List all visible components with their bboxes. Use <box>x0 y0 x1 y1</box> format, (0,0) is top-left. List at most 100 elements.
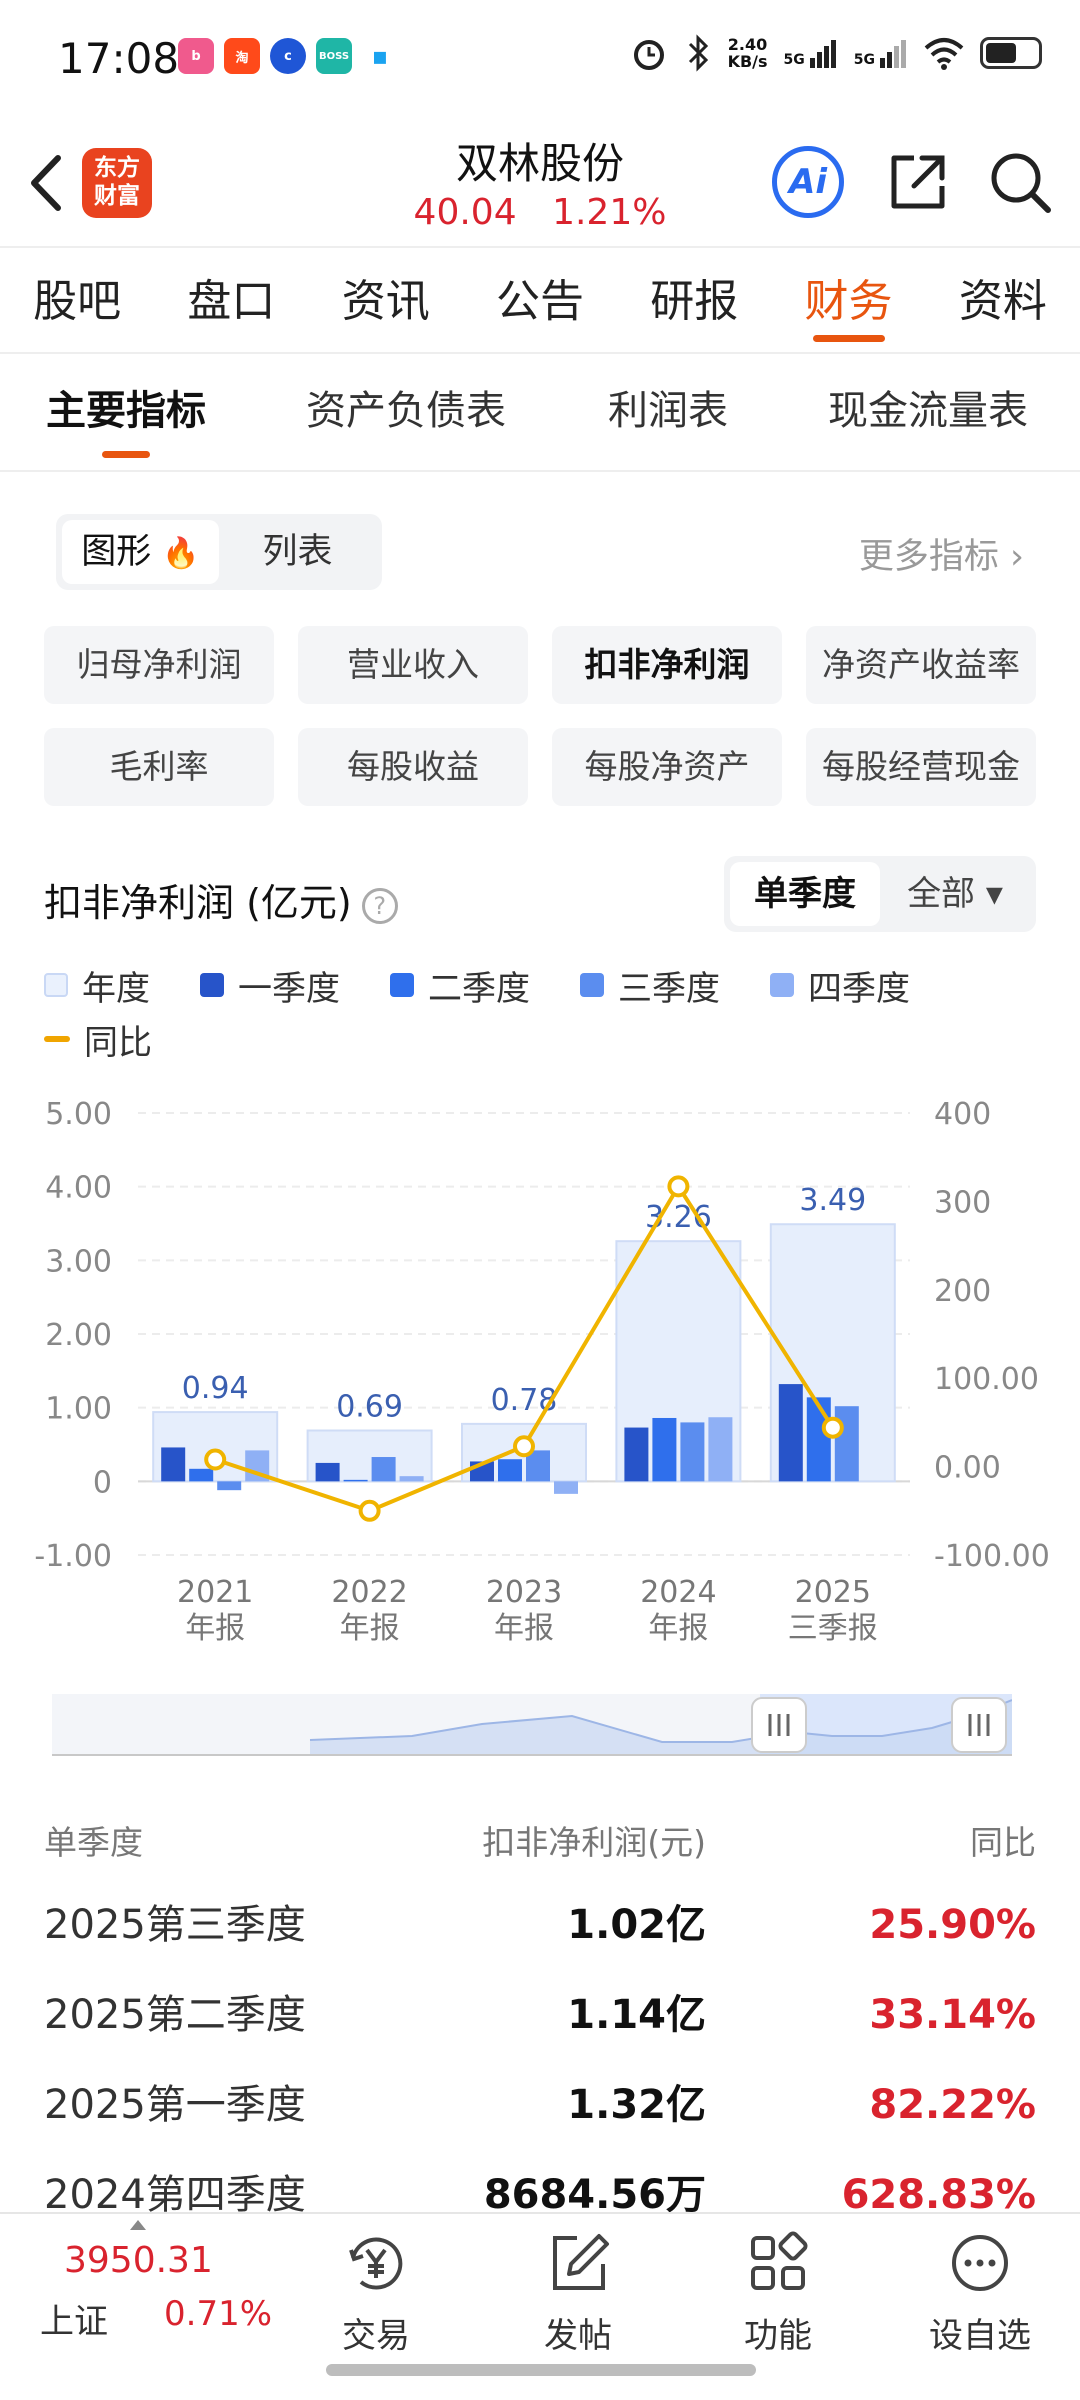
share-icon[interactable] <box>884 148 952 216</box>
y2-tick-label: -100.00 <box>934 1539 1050 1574</box>
quarter-bar <box>680 1422 705 1482</box>
table-row[interactable]: 2025第三季度 1.02亿 25.90% <box>44 1880 1036 1970</box>
chip-ocfps[interactable]: 每股经营现金 <box>806 728 1036 806</box>
y2-tick-label: 200 <box>934 1274 991 1309</box>
chip-eps[interactable]: 每股收益 <box>298 728 528 806</box>
chart-title: 扣非净利润 (亿元)? <box>44 872 398 927</box>
status-bar: 17:08 b 淘 c BOSS ▪ 2.40 KB/s 5G 5G <box>0 0 1080 118</box>
legend-annual[interactable]: 年度 <box>44 961 150 1010</box>
view-list-button[interactable]: 列表 <box>219 520 376 584</box>
y-tick-label: 0 <box>93 1465 112 1500</box>
tab-finance[interactable]: 财务 <box>771 250 925 352</box>
features-button[interactable]: 功能 <box>708 2228 848 2357</box>
x-tick-label: 2022 <box>331 1575 407 1610</box>
period-single-quarter[interactable]: 单季度 <box>730 862 880 926</box>
tab-pankou[interactable]: 盘口 <box>154 250 308 352</box>
chip-revenue[interactable]: 营业收入 <box>298 626 528 704</box>
y-tick-label: -1.00 <box>34 1539 112 1574</box>
legend-q4[interactable]: 四季度 <box>770 961 910 1010</box>
chip-bvps[interactable]: 每股净资产 <box>552 728 782 806</box>
y2-tick-label: 400 <box>934 1097 991 1132</box>
subtab-key-metrics[interactable]: 主要指标 <box>46 356 206 466</box>
system-status-icons: 2.40 KB/s 5G 5G <box>630 34 1042 72</box>
stock-price: 40.04 <box>413 192 517 233</box>
tab-research[interactable]: 研报 <box>617 250 771 352</box>
top-tab-bar: 股吧 盘口 资讯 公告 研报 财务 资料 <box>0 250 1080 354</box>
legend-yoy[interactable]: 同比 <box>44 1015 152 1064</box>
row-yoy: 82.22% <box>869 2082 1036 2128</box>
chip-gross-margin[interactable]: 毛利率 <box>44 728 274 806</box>
subtab-income-statement[interactable]: 利润表 <box>608 356 728 466</box>
quarter-bar <box>343 1479 368 1482</box>
add-watchlist-label: 设自选 <box>929 2316 1031 2356</box>
x-tick-sublabel: 年报 <box>340 1611 400 1646</box>
tab-announcements[interactable]: 公告 <box>463 250 617 352</box>
x-tick-sublabel: 年报 <box>185 1611 245 1646</box>
index-name[interactable]: 上证 <box>40 2294 108 2343</box>
table-row[interactable]: 2025第一季度 1.32亿 82.22% <box>44 2060 1036 2150</box>
taobao-app-icon: 淘 <box>224 38 260 74</box>
view-graph-button[interactable]: 图形 🔥 <box>62 520 219 584</box>
quarter-bar <box>315 1462 340 1482</box>
index-value[interactable]: 3950.31 <box>64 2240 213 2281</box>
bluetooth-icon <box>688 34 708 72</box>
table-row[interactable]: 2025第二季度 1.14亿 33.14% <box>44 1970 1036 2060</box>
legend-line-swatch <box>44 1036 70 1042</box>
legend-q1[interactable]: 一季度 <box>200 961 340 1010</box>
more-metrics-link[interactable]: 更多指标 › <box>859 528 1024 579</box>
subtab-balance-sheet[interactable]: 资产负债表 <box>306 356 506 466</box>
deducted-net-profit-chart[interactable]: 5.00 4.00 3.00 2.00 1.00 0 -1.00 400 300 200 100.0… <box>0 1080 1080 1650</box>
add-watchlist-button[interactable]: 设自选 <box>910 2228 1050 2357</box>
help-icon[interactable]: ? <box>361 887 398 924</box>
tab-profile[interactable]: 资料 <box>926 250 1080 352</box>
y-tick-label: 1.00 <box>45 1392 112 1427</box>
legend-q2[interactable]: 二季度 <box>390 961 530 1010</box>
index-change-pct[interactable]: 0.71% <box>164 2294 272 2334</box>
legend-swatch <box>390 973 414 997</box>
annual-value-label: 3.49 <box>799 1183 866 1218</box>
col-yoy: 同比 <box>970 1823 1036 1862</box>
edit-icon <box>553 2234 609 2290</box>
metric-chips: 归母净利润 营业收入 扣非净利润 净资产收益率 毛利率 每股收益 每股净资产 每… <box>44 626 1036 806</box>
scrubber-right-handle[interactable] <box>951 1697 1007 1753</box>
y2-tick-label: 100.00 <box>934 1362 1039 1397</box>
quarter-bar <box>189 1468 214 1482</box>
yoy-point <box>821 1416 844 1439</box>
legend-q3[interactable]: 三季度 <box>580 961 720 1010</box>
tab-guba[interactable]: 股吧 <box>0 250 154 352</box>
quarter-bar <box>778 1384 803 1482</box>
sub-tab-bar: 主要指标 资产负债表 利润表 现金流量表 <box>0 356 1080 472</box>
index-up-arrow-icon <box>130 2220 146 2230</box>
bilibili-app-icon: b <box>178 38 214 74</box>
chip-deducted-net-profit[interactable]: 扣非净利润 <box>552 626 782 704</box>
annual-value-label: 0.69 <box>336 1390 403 1425</box>
ai-assistant-button[interactable]: Ai <box>772 146 844 218</box>
scrubber-left-handle[interactable] <box>751 1697 807 1753</box>
quarter-bar <box>834 1406 859 1482</box>
wifi-icon <box>924 38 964 70</box>
network-speed: 2.40 KB/s <box>727 35 768 71</box>
row-period: 2025第三季度 <box>44 1902 306 1948</box>
chip-roe[interactable]: 净资产收益率 <box>806 626 1036 704</box>
period-all-dropdown[interactable]: 全部 ▾ <box>880 862 1030 926</box>
home-indicator[interactable] <box>326 2364 756 2376</box>
trade-button[interactable]: 交易 <box>306 2228 446 2357</box>
legend-swatch <box>200 973 224 997</box>
range-scrubber[interactable] <box>52 1694 1012 1756</box>
y2-tick-label: 0.00 <box>934 1451 1001 1486</box>
x-tick-label: 2021 <box>177 1575 253 1610</box>
subtab-cash-flow[interactable]: 现金流量表 <box>828 356 1028 466</box>
x-tick-label: 2024 <box>640 1575 716 1610</box>
chip-parent-net-profit[interactable]: 归母净利润 <box>44 626 274 704</box>
y-tick-label: 5.00 <box>45 1097 112 1132</box>
features-label: 功能 <box>744 2316 812 2356</box>
tab-news[interactable]: 资讯 <box>309 250 463 352</box>
quarter-bar <box>217 1481 242 1491</box>
more-dots-icon <box>952 2235 1008 2291</box>
search-icon[interactable] <box>986 148 1054 216</box>
yen-circle-icon <box>349 2237 403 2290</box>
chat-app-icon: ▪ <box>362 38 398 74</box>
row-value: 1.32亿 <box>567 2082 706 2128</box>
post-button[interactable]: 发帖 <box>508 2228 648 2357</box>
y2-tick-label: 300 <box>934 1185 991 1220</box>
